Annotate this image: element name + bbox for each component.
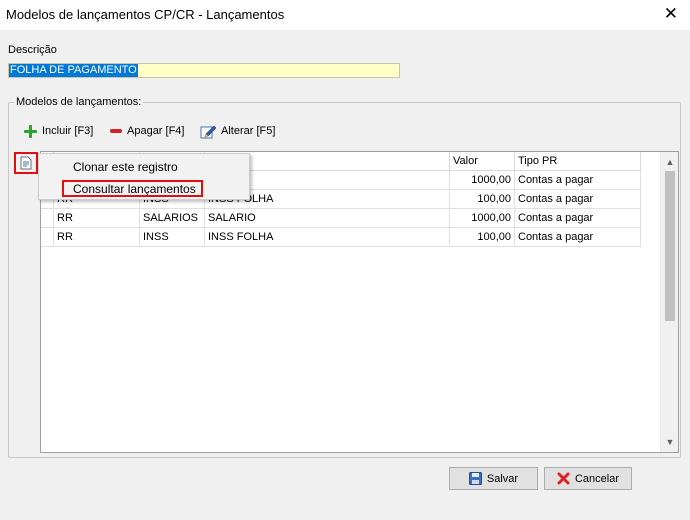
grid-options-button[interactable] [14,152,38,174]
save-icon [468,472,482,485]
menu-item-clonar[interactable]: Clonar este registro [73,160,178,174]
cancel-icon [557,472,570,485]
table-row[interactable]: RR SALARIOS SALARIO 1000,00 Contas a pag… [41,209,641,228]
scroll-down-icon[interactable]: ▼ [665,437,675,447]
scroll-thumb[interactable] [665,171,675,321]
vertical-scrollbar[interactable]: ▲ ▼ [660,152,678,452]
title-bar: Modelos de lançamentos CP/CR - Lançament… [0,0,690,30]
table-cell: SALARIO [205,209,450,228]
salvar-label: Salvar [486,472,519,485]
modelos-group-label: Modelos de lançamentos: [14,96,144,108]
minus-icon [110,129,122,133]
column-header-valor[interactable]: Valor [450,152,515,171]
pencil-icon [200,125,216,138]
cancelar-button[interactable]: Cancelar [544,467,632,490]
table-cell: SALARIOS [140,209,205,228]
table-cell-valor: 1000,00 [450,209,515,228]
incluir-label: Incluir [F3] [42,125,94,137]
context-menu: Clonar este registro Consultar lançament… [38,153,250,200]
table-cell-valor: 100,00 [450,228,515,247]
descricao-label: Descrição [8,44,57,56]
menu-item-consultar[interactable]: Consultar lançamentos [73,182,196,196]
descricao-field[interactable]: FOLHA DE PAGAMENTO [8,63,400,78]
alterar-button[interactable]: Alterar [F5] [200,122,275,140]
table-cell-tipo: Contas a pagar [515,209,641,228]
column-header-tipo-pr[interactable]: Tipo PR [515,152,641,171]
table-cell-tipo: Contas a pagar [515,190,641,209]
alterar-label: Alterar [F5] [221,125,276,137]
table-cell: INSS [140,228,205,247]
scroll-up-icon[interactable]: ▲ [665,157,675,167]
row-indicator [41,228,54,247]
table-cell-valor: 1000,00 [450,171,515,190]
table-cell-tipo: Contas a pagar [515,228,641,247]
cancelar-label: Cancelar [574,472,620,485]
apagar-label: Apagar [F4] [127,125,185,137]
apagar-button[interactable]: Apagar [F4] [110,122,184,140]
salvar-button[interactable]: Salvar [449,467,538,490]
table-cell: RR [54,209,140,228]
table-cell: RR [54,228,140,247]
document-icon [20,156,32,170]
table-cell: INSS FOLHA [205,228,450,247]
table-cell-valor: 100,00 [450,190,515,209]
incluir-button[interactable]: Incluir [F3] [24,122,93,140]
table-cell-tipo: Contas a pagar [515,171,641,190]
plus-icon [24,124,37,138]
window-title: Modelos de lançamentos CP/CR - Lançament… [6,7,285,22]
table-row[interactable]: RR INSS INSS FOLHA 100,00 Contas a pagar [41,228,641,247]
row-indicator [41,209,54,228]
descricao-selected-text: FOLHA DE PAGAMENTO [9,64,138,77]
close-icon[interactable]: ✕ [664,4,678,24]
